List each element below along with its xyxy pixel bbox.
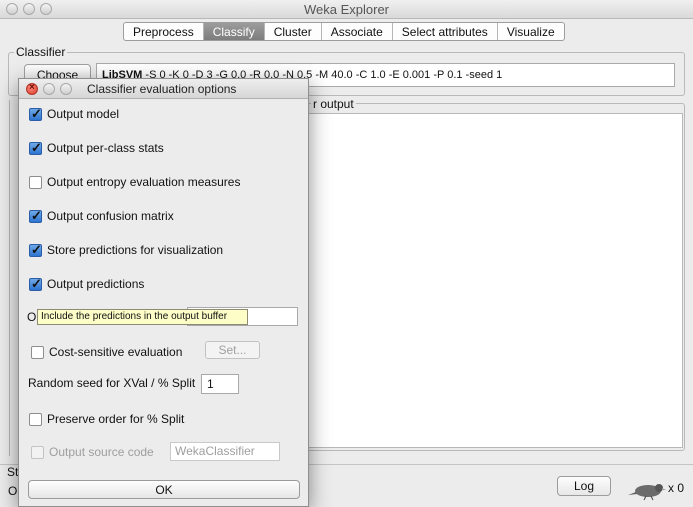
output-predictions-tooltip: Include the predictions in the output bu… xyxy=(37,309,248,325)
output-per-class-stats-option[interactable]: Output per-class stats xyxy=(29,139,164,157)
classifier-output-text[interactable] xyxy=(300,113,683,448)
cost-sensitive-checkbox[interactable] xyxy=(31,345,44,359)
dialog-titlebar: × Classifier evaluation options xyxy=(19,79,308,99)
tab-classify[interactable]: Classify xyxy=(203,23,265,40)
tab-associate[interactable]: Associate xyxy=(322,23,393,40)
output-source-code-option: Output source code xyxy=(31,443,154,461)
dialog-zoom-button[interactable] xyxy=(60,83,72,95)
tab-select-attributes[interactable]: Select attributes xyxy=(393,23,498,40)
tab-cluster[interactable]: Cluster xyxy=(265,23,322,40)
main-tabs: Preprocess Classify Cluster Associate Se… xyxy=(123,22,565,41)
cost-sensitive-option[interactable]: Cost-sensitive evaluation xyxy=(31,343,182,361)
output-per-class-stats-checkbox[interactable] xyxy=(29,140,42,156)
output-entropy-option[interactable]: Output entropy evaluation measures xyxy=(29,173,240,191)
cost-matrix-set-button[interactable]: Set... xyxy=(205,341,260,359)
dialog-close-button[interactable]: × xyxy=(26,82,38,95)
tab-preprocess[interactable]: Preprocess xyxy=(124,23,204,40)
output-predictions-option[interactable]: Output predictions xyxy=(29,275,144,293)
output-model-option[interactable]: Output model xyxy=(29,105,119,123)
output-predictions-checkbox[interactable] xyxy=(29,276,42,292)
output-confusion-matrix-option[interactable]: Output confusion matrix xyxy=(29,207,174,225)
random-seed-input[interactable]: 1 xyxy=(201,374,239,394)
window-title: Weka Explorer xyxy=(303,2,389,17)
output-model-checkbox[interactable] xyxy=(29,106,42,122)
random-seed-label: Random seed for XVal / % Split xyxy=(28,376,196,390)
output-per-class-stats-label: Output per-class stats xyxy=(47,141,164,155)
output-entropy-checkbox[interactable] xyxy=(29,175,42,189)
tab-visualize[interactable]: Visualize xyxy=(498,23,564,40)
output-model-label: Output model xyxy=(47,107,120,121)
store-predictions-option[interactable]: Store predictions for visualization xyxy=(29,241,223,259)
output-source-code-label: Output source code xyxy=(49,445,154,459)
ok-button[interactable]: OK xyxy=(28,480,300,499)
output-entropy-label: Output entropy evaluation measures xyxy=(47,175,241,189)
dialog-minimize-button[interactable] xyxy=(43,83,55,95)
weka-bird-icon[interactable] xyxy=(626,481,666,501)
output-confusion-matrix-label: Output confusion matrix xyxy=(47,209,174,223)
cost-sensitive-label: Cost-sensitive evaluation xyxy=(49,345,183,359)
source-class-name-field: WekaClassifier xyxy=(170,442,280,461)
status-label: St xyxy=(7,465,19,479)
close-icon: × xyxy=(29,82,35,93)
preserve-order-label: Preserve order for % Split xyxy=(47,412,185,426)
left-panel-edge xyxy=(9,100,15,456)
classifier-output-label: r output xyxy=(311,97,356,111)
classifier-group-label: Classifier xyxy=(14,45,68,59)
dialog-title: Classifier evaluation options xyxy=(87,82,237,96)
output-confusion-matrix-checkbox[interactable] xyxy=(29,208,42,224)
task-count: x 0 xyxy=(668,481,685,495)
output-source-code-checkbox xyxy=(31,445,44,459)
status-text: O xyxy=(8,484,18,498)
preserve-order-checkbox[interactable] xyxy=(29,412,42,426)
store-predictions-checkbox[interactable] xyxy=(29,242,42,258)
output-predictions-label: Output predictions xyxy=(47,277,145,291)
window-titlebar: Weka Explorer xyxy=(0,0,693,19)
log-button[interactable]: Log xyxy=(557,476,611,496)
output-predictions-format-label: O xyxy=(27,310,37,324)
preserve-order-option[interactable]: Preserve order for % Split xyxy=(29,410,184,428)
store-predictions-label: Store predictions for visualization xyxy=(47,243,224,257)
